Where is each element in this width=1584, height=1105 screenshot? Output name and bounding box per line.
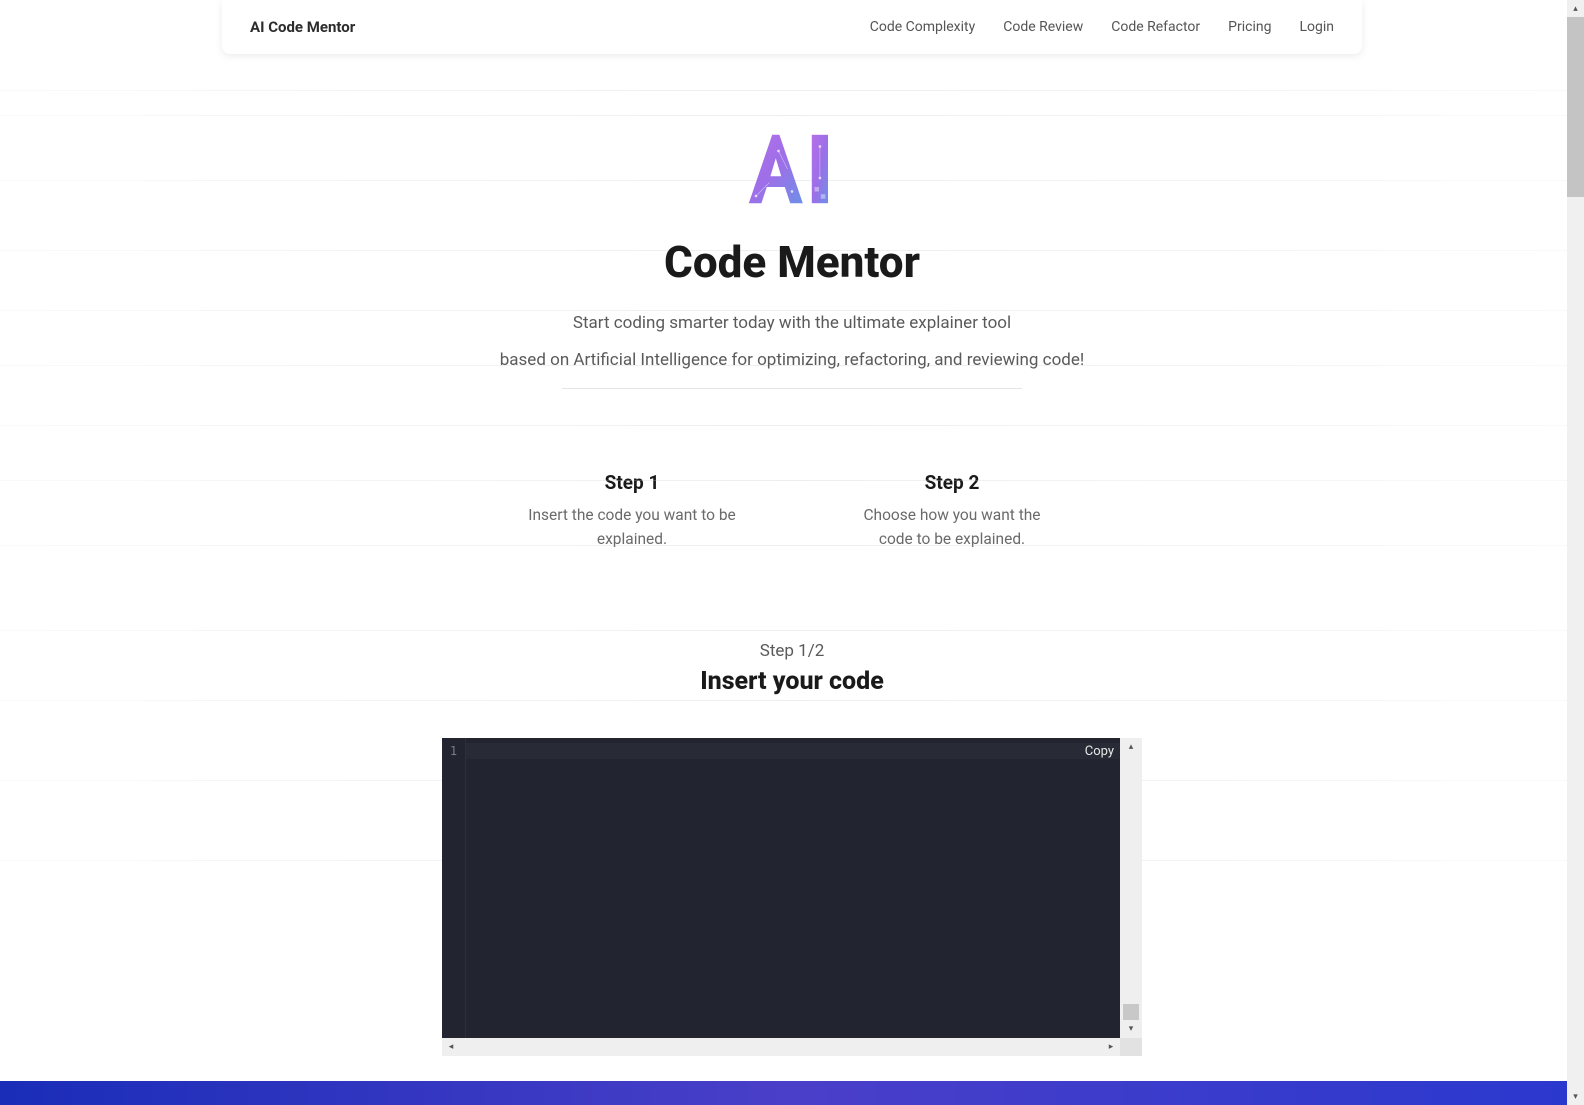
nav-login[interactable]: Login [1299, 19, 1334, 35]
step-2-desc: Choose how you want the code to be expla… [847, 504, 1057, 551]
ai-logo-icon [737, 124, 847, 218]
steps-section: Step 1 Insert the code you want to be ex… [0, 471, 1584, 551]
nav-pricing[interactable]: Pricing [1228, 19, 1271, 35]
brand-logo-text[interactable]: AI Code Mentor [250, 18, 355, 36]
step-2-title: Step 2 [847, 471, 1057, 494]
scroll-right-arrow-icon[interactable]: ▸ [1102, 1038, 1120, 1056]
editor-heading: Insert your code [0, 667, 1584, 696]
editor-horizontal-scrollbar[interactable]: ◂ ▸ [442, 1038, 1142, 1056]
line-number-1: 1 [442, 744, 465, 758]
horizontal-scroll-track[interactable] [460, 1038, 1102, 1056]
editor-section: Step 1/2 Insert your code 1 Copy ▴ ▾ ◂ [0, 641, 1584, 1056]
code-textarea[interactable] [466, 738, 1142, 1038]
nav-code-review[interactable]: Code Review [1003, 19, 1083, 35]
page-scroll-up-arrow-icon[interactable]: ▴ [1567, 0, 1584, 17]
line-number-gutter: 1 [442, 738, 466, 1038]
scroll-up-arrow-icon[interactable]: ▴ [1120, 738, 1142, 756]
copy-button[interactable]: Copy [1085, 744, 1114, 759]
code-editor[interactable]: 1 Copy ▴ ▾ [442, 738, 1142, 1038]
scroll-left-arrow-icon[interactable]: ◂ [442, 1038, 460, 1056]
hero-divider [562, 388, 1022, 389]
scroll-corner [1120, 1038, 1142, 1056]
step-2: Step 2 Choose how you want the code to b… [847, 471, 1057, 551]
nav-code-complexity[interactable]: Code Complexity [870, 19, 976, 35]
main-nav: Code Complexity Code Review Code Refacto… [870, 19, 1334, 35]
main-header: AI Code Mentor Code Complexity Code Revi… [222, 0, 1362, 54]
step-1-desc: Insert the code you want to be explained… [527, 504, 737, 551]
hero-subtitle-line1: Start coding smarter today with the ulti… [0, 310, 1584, 337]
vertical-scroll-thumb[interactable] [1123, 1004, 1139, 1020]
step-1: Step 1 Insert the code you want to be ex… [527, 471, 737, 551]
nav-code-refactor[interactable]: Code Refactor [1111, 19, 1200, 35]
hero-section: Code Mentor Start coding smarter today w… [0, 124, 1584, 389]
footer-gradient-band [0, 1081, 1584, 1105]
code-editor-wrap: 1 Copy ▴ ▾ ◂ ▸ [442, 738, 1142, 1056]
hero-subtitle-line2: based on Artificial Intelligence for opt… [0, 347, 1584, 374]
hero-title: Code Mentor [0, 236, 1584, 288]
step-1-title: Step 1 [527, 471, 737, 494]
scroll-down-arrow-icon[interactable]: ▾ [1120, 1020, 1142, 1038]
editor-vertical-scrollbar[interactable]: ▴ ▾ [1120, 738, 1142, 1038]
current-line-highlight [466, 743, 1142, 759]
page-scroll-down-arrow-icon[interactable]: ▾ [1567, 1088, 1584, 1105]
step-indicator: Step 1/2 [0, 641, 1584, 661]
